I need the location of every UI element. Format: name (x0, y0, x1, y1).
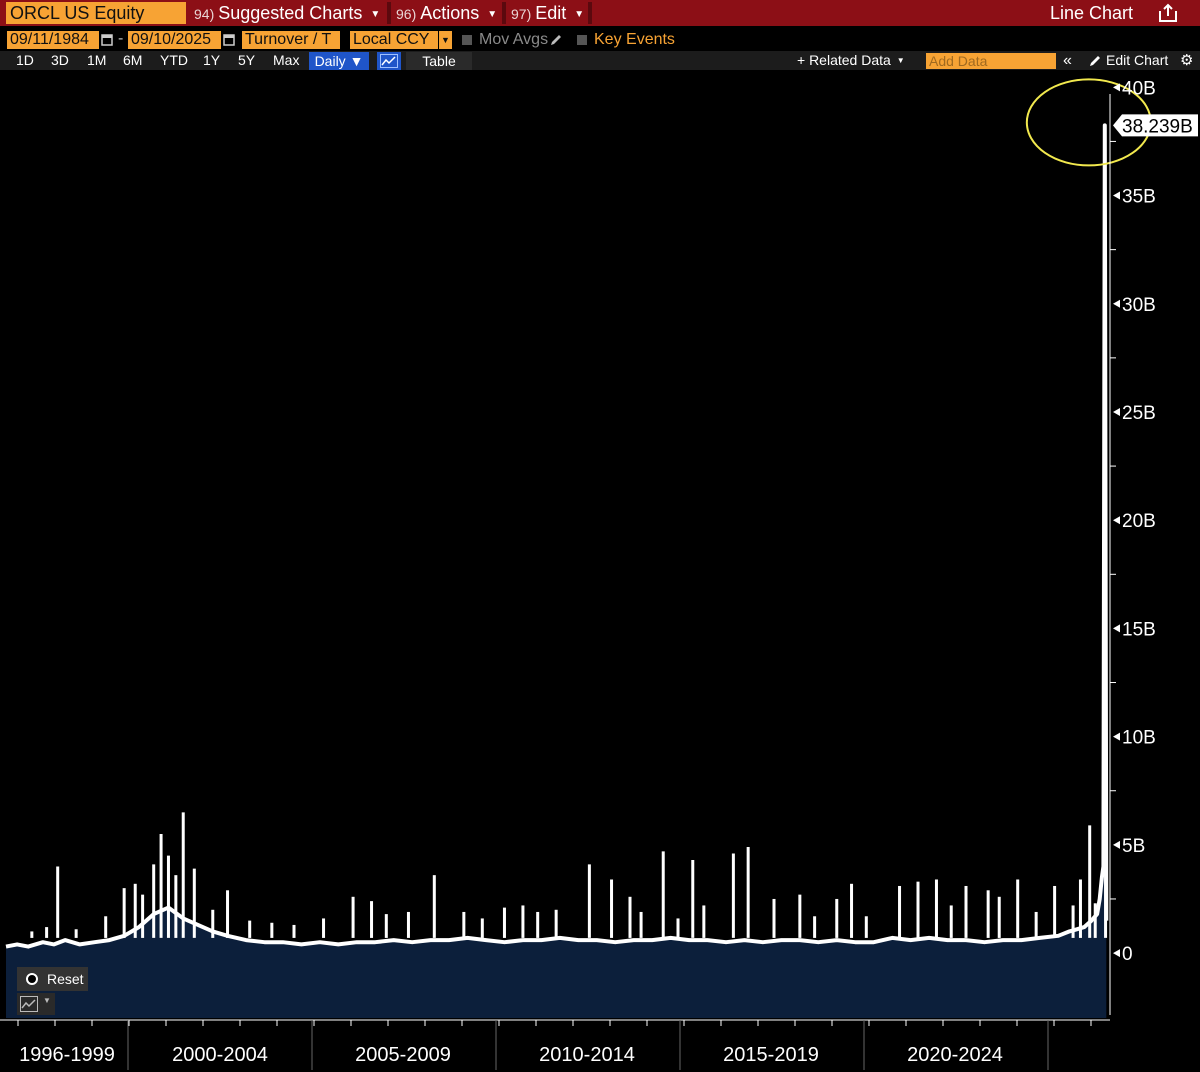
currency-dropdown-icon[interactable]: ▼ (439, 31, 452, 49)
y-tick-label: 20B (1122, 511, 1156, 532)
y-tick-label: 5B (1122, 836, 1145, 857)
menu-label: Edit (535, 3, 567, 23)
x-period-label: 2010-2014 (539, 1044, 635, 1066)
range-3d-button[interactable]: 3D (51, 51, 69, 70)
range-dash: - (118, 30, 124, 47)
title-bar: ORCL US Equity 94) Suggested Charts ▼ 96) A… (0, 0, 1200, 26)
y-tick-marker (1113, 624, 1120, 633)
mov-avgs-label: Mov Avgs (479, 31, 549, 48)
range-ytd-button[interactable]: YTD (160, 51, 188, 70)
divider (387, 2, 391, 24)
y-tick-marker (1113, 191, 1120, 200)
actions-menu[interactable]: 96) Actions ▼ (396, 2, 497, 24)
y-tick-marker (1113, 732, 1120, 741)
mov-avgs-checkbox[interactable] (462, 35, 472, 45)
y-tick-label: 15B (1122, 619, 1156, 640)
key-events-checkbox[interactable] (577, 35, 587, 45)
caret-down-icon: ▼ (487, 9, 498, 20)
plot-area (5, 78, 1152, 1018)
range-1y-button[interactable]: 1Y (203, 51, 220, 70)
range-6m-button[interactable]: 6M (123, 51, 142, 70)
x-period-label: 2015-2019 (723, 1044, 819, 1066)
menu-number: 94) (194, 6, 215, 22)
range-max-button[interactable]: Max (273, 51, 299, 70)
y-tick-label: 40B (1122, 78, 1156, 99)
caret-down-icon: ▼ (574, 9, 585, 20)
caret-down-icon: ▼ (370, 9, 381, 20)
reset-button[interactable]: Reset (17, 967, 88, 991)
x-period-label: 2005-2009 (355, 1044, 451, 1066)
x-period-label: 2000-2004 (172, 1044, 268, 1066)
chart-type-label: Line Chart (1050, 3, 1134, 23)
collapse-icon[interactable]: « (1063, 51, 1072, 70)
menu-label: Suggested Charts (218, 3, 363, 23)
range-5y-button[interactable]: 5Y (238, 51, 255, 70)
gear-icon[interactable]: ⚙ (1180, 51, 1193, 70)
y-tick-marker (1113, 516, 1120, 525)
pencil-icon[interactable] (549, 33, 563, 47)
y-tick-marker (1113, 407, 1120, 416)
share-icon[interactable] (1157, 3, 1179, 23)
line-chart-toggle[interactable] (377, 52, 401, 70)
radio-icon (26, 973, 38, 985)
y-tick-marker (1113, 949, 1120, 958)
related-data-button[interactable]: + Related Data ▼ (797, 51, 905, 70)
suggested-charts-menu[interactable]: 94) Suggested Charts ▼ (194, 2, 380, 24)
pencil-icon (1090, 56, 1100, 66)
line-chart-icon (20, 996, 38, 1012)
add-data-input[interactable]: Add Data (926, 53, 1056, 69)
line-chart-icon (380, 54, 398, 68)
caret-down-icon: ▼ (896, 56, 905, 65)
start-date-field[interactable]: 09/11/1984 (7, 31, 99, 49)
menu-number: 97) (511, 6, 532, 22)
frequency-selector[interactable]: Daily ▼ (309, 52, 369, 70)
series-line (5, 123, 1109, 949)
divider (588, 2, 592, 24)
ticker-field[interactable]: ORCL US Equity (6, 2, 186, 24)
turnover-chart[interactable]: 0 5B 10B 15B 20B 25B 30B 35B 40B 38.239B 1996-1999… (0, 70, 1200, 1072)
y-tick-label: 35B (1122, 187, 1156, 208)
y-tick-marker (1113, 840, 1120, 849)
end-date-field[interactable]: 09/10/2025 (128, 31, 221, 49)
x-period-label: 2020-2024 (907, 1044, 1003, 1066)
menu-number: 96) (396, 6, 417, 22)
x-period-label: 1996-1999 (19, 1044, 115, 1066)
date-range-row: 09/11/1984 - 09/10/2025 Turnover / T Loc… (0, 30, 1200, 50)
edit-menu[interactable]: 97) Edit ▼ (511, 2, 584, 24)
menu-label: Actions (420, 3, 480, 23)
calendar-icon[interactable] (223, 33, 235, 46)
y-tick-label: 0 (1122, 944, 1133, 965)
calendar-icon[interactable] (101, 33, 113, 46)
y-tick-label: 25B (1122, 403, 1156, 424)
chart-style-button[interactable]: ▼ (17, 993, 55, 1015)
range-1d-button[interactable]: 1D (16, 51, 34, 70)
toolbar: 1D 3D 1M 6M YTD 1Y 5Y Max Daily ▼ Table … (0, 51, 1200, 70)
reset-label: Reset (47, 971, 84, 987)
field-selector[interactable]: Turnover / T (242, 31, 340, 49)
y-tick-label: 10B (1122, 728, 1156, 749)
currency-selector[interactable]: Local CCY (350, 31, 438, 49)
y-tick-marker (1113, 299, 1120, 308)
y-tick-label: 30B (1122, 295, 1156, 316)
related-data-label: + Related Data (797, 52, 891, 68)
divider (502, 2, 506, 24)
key-events-label: Key Events (594, 31, 675, 48)
caret-down-icon: ▼ (43, 996, 51, 1005)
range-1m-button[interactable]: 1M (87, 51, 106, 70)
area-fill (6, 125, 1107, 1018)
table-button[interactable]: Table (406, 52, 472, 70)
last-value-label: 38.239B (1122, 116, 1193, 137)
edit-chart-button[interactable]: Edit Chart (1106, 51, 1168, 70)
